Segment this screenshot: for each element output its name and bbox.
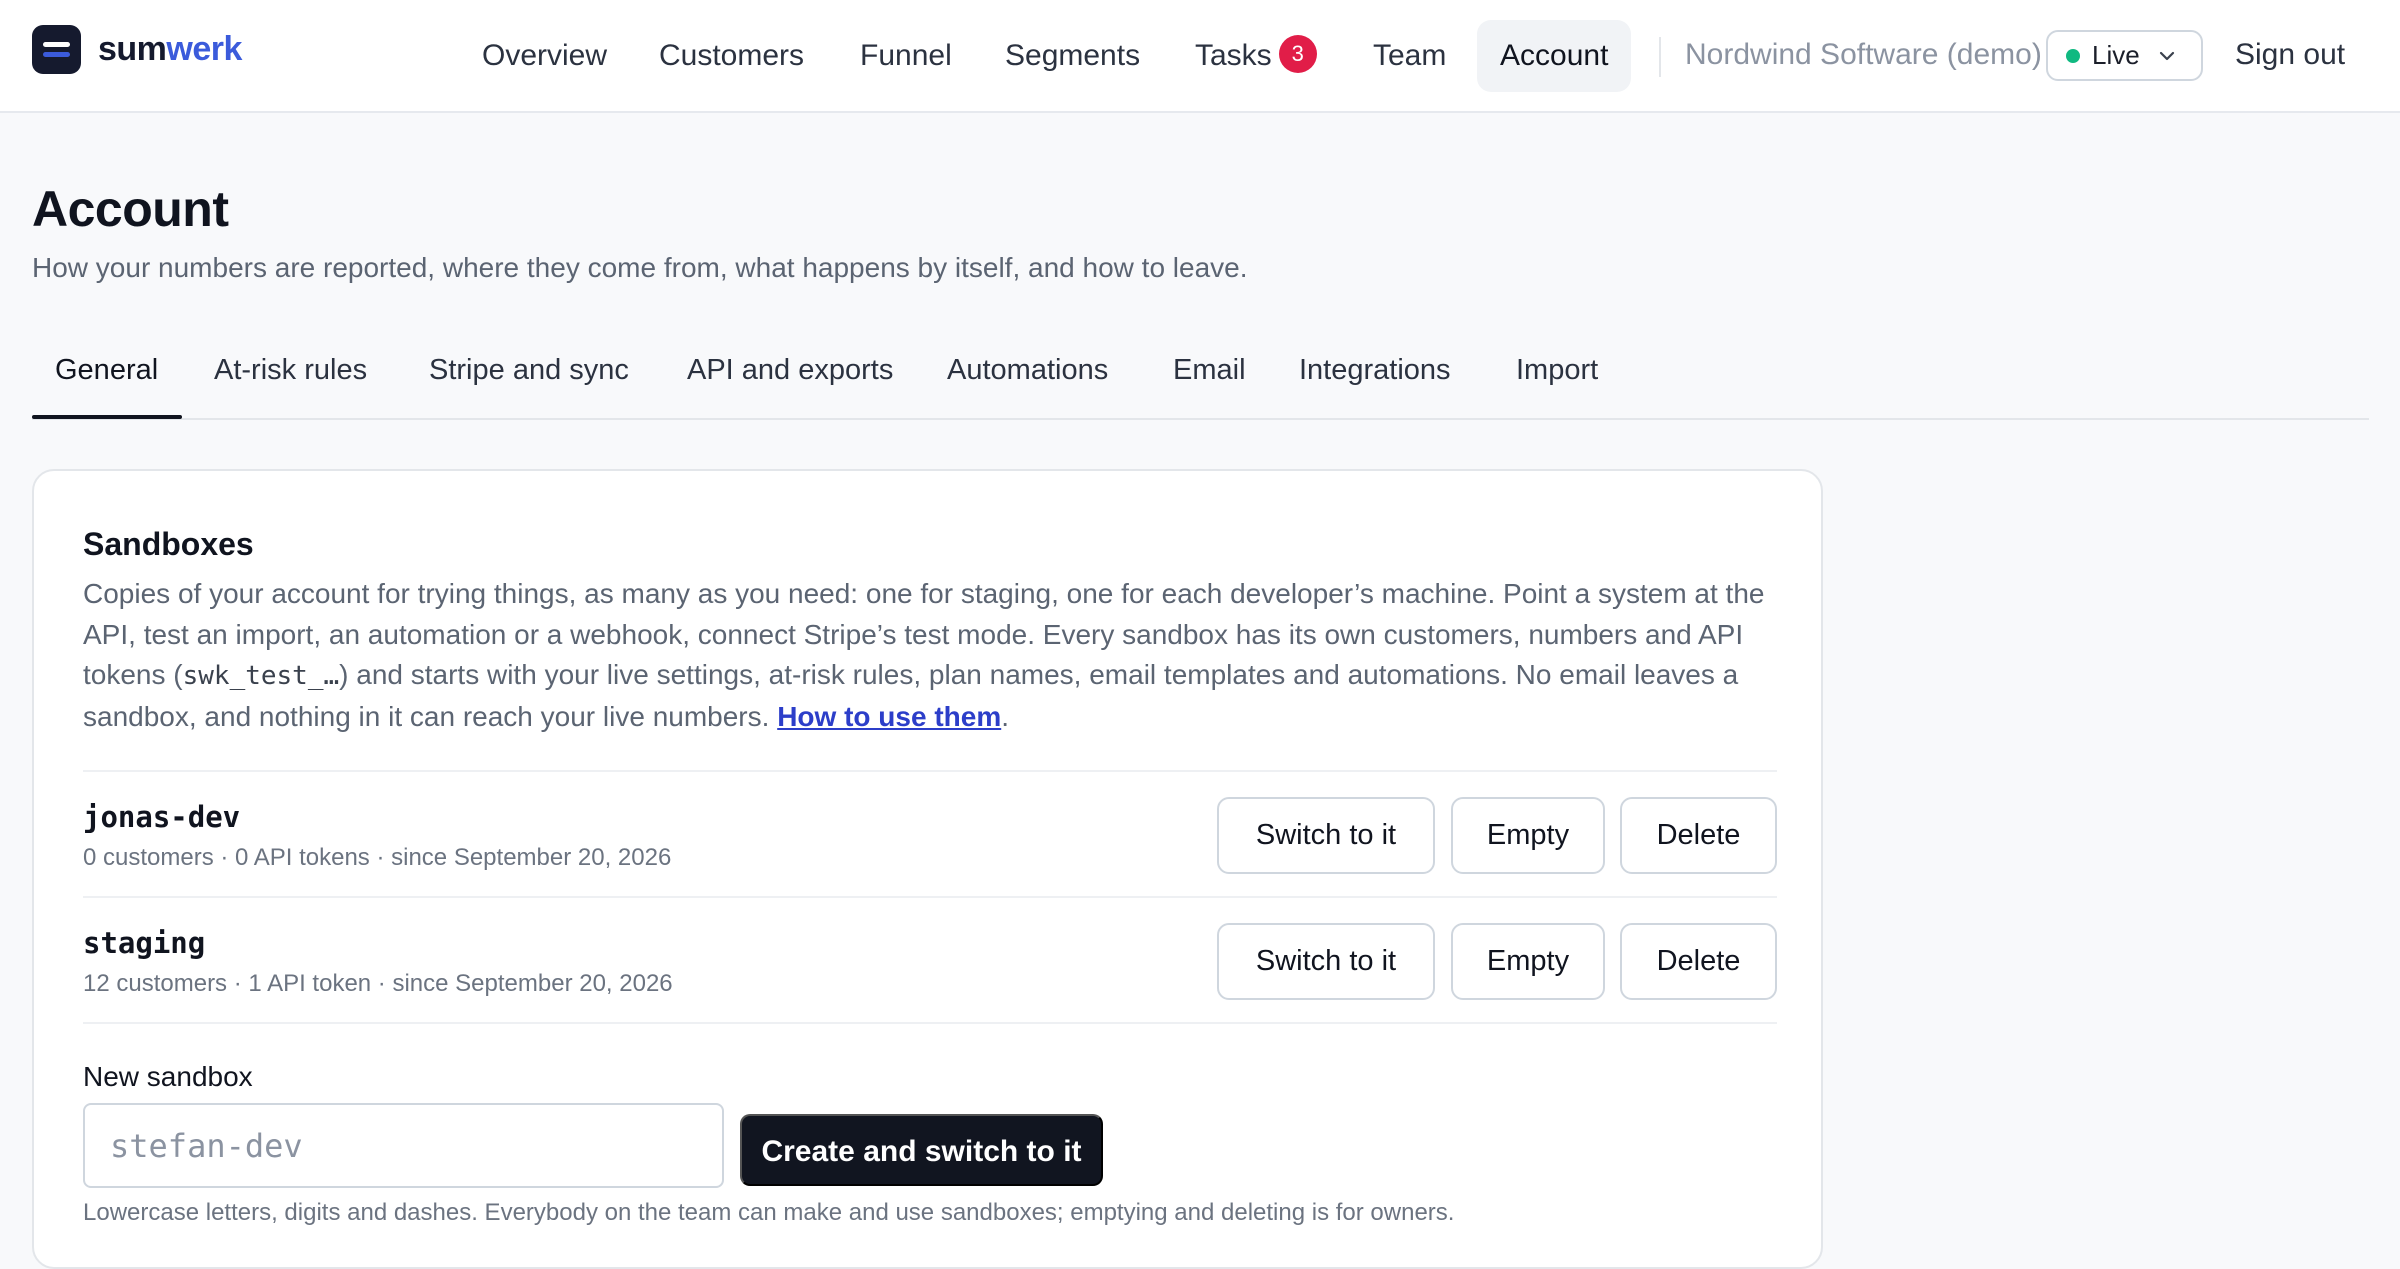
empty-sandbox-button[interactable]: Empty — [1451, 797, 1605, 874]
sandbox-name: staging — [83, 926, 206, 960]
sandbox-row: staging 12 customers · 1 API token · sin… — [83, 896, 1777, 1022]
chevron-down-icon — [2159, 51, 2174, 60]
nav-item-team[interactable]: Team — [1350, 20, 1469, 92]
tab-api-and-exports[interactable]: API and exports — [687, 354, 893, 387]
tab-import[interactable]: Import — [1516, 354, 1598, 387]
delete-sandbox-button[interactable]: Delete — [1620, 797, 1777, 874]
environment-select-value: Live — [2092, 40, 2140, 70]
logo-mark-icon — [32, 25, 81, 74]
nav-item-account[interactable]: Account — [1477, 20, 1632, 92]
account-tabs: General At-risk rules Stripe and sync AP… — [32, 340, 2369, 420]
sandboxes-card: Sandboxes Copies of your account for try… — [32, 469, 1823, 1269]
nav-item-tasks[interactable]: Tasks 3 — [1172, 20, 1340, 92]
tab-stripe-and-sync[interactable]: Stripe and sync — [429, 354, 629, 387]
brand-name-accent: werk — [166, 30, 242, 68]
live-status-dot — [2066, 48, 2080, 63]
new-sandbox-name-input[interactable] — [83, 1103, 724, 1188]
switch-to-sandbox-button[interactable]: Switch to it — [1217, 797, 1435, 874]
brand-name: sumwerk — [98, 30, 242, 69]
tab-automations[interactable]: Automations — [947, 354, 1108, 387]
nav-divider — [1659, 37, 1661, 77]
nav-item-overview[interactable]: Overview — [459, 20, 630, 92]
sandboxes-description: Copies of your account for trying things… — [83, 574, 1783, 737]
brand-name-prefix: sum — [98, 30, 167, 68]
row-divider — [83, 1022, 1777, 1024]
sandbox-meta: 12 customers · 1 API token · since Septe… — [83, 970, 673, 997]
nav-item-segments[interactable]: Segments — [982, 20, 1163, 92]
new-sandbox-help-text: Lowercase letters, digits and dashes. Ev… — [83, 1199, 1455, 1226]
tab-email[interactable]: Email — [1173, 354, 1246, 387]
token-prefix-code: swk_test_… — [182, 661, 340, 691]
empty-sandbox-button[interactable]: Empty — [1451, 923, 1605, 1000]
brand-logo[interactable]: sumwerk — [32, 25, 242, 74]
how-to-use-link[interactable]: How to use them — [777, 701, 1001, 732]
sandbox-meta: 0 customers · 0 API tokens · since Septe… — [83, 844, 672, 871]
page-title: Account — [32, 181, 229, 237]
sign-out-link[interactable]: Sign out — [2235, 38, 2345, 72]
tab-at-risk-rules[interactable]: At-risk rules — [214, 354, 367, 387]
create-and-switch-button[interactable]: Create and switch to it — [740, 1114, 1103, 1186]
new-sandbox-label: New sandbox — [83, 1061, 253, 1092]
organization-name: Nordwind Software (demo) — [1685, 38, 2042, 71]
nav-item-customers[interactable]: Customers — [636, 20, 827, 92]
top-navigation-bar: sumwerk Overview Customers Funnel Segmen… — [0, 0, 2400, 113]
tasks-count-badge: 3 — [1278, 35, 1317, 74]
sandbox-row: jonas-dev 0 customers · 0 API tokens · s… — [83, 770, 1777, 896]
active-tab-indicator — [32, 415, 182, 419]
tab-integrations[interactable]: Integrations — [1299, 354, 1451, 387]
nav-item-funnel[interactable]: Funnel — [837, 20, 975, 92]
sandbox-name: jonas-dev — [83, 800, 241, 834]
description-end: . — [1001, 700, 1009, 732]
delete-sandbox-button[interactable]: Delete — [1620, 923, 1777, 1000]
page-subtitle: How your numbers are reported, where the… — [32, 252, 1248, 283]
nav-item-tasks-label: Tasks — [1195, 39, 1272, 72]
tab-general[interactable]: General — [55, 354, 158, 387]
sandboxes-title: Sandboxes — [83, 526, 254, 562]
environment-select[interactable]: Live — [2046, 30, 2203, 81]
switch-to-sandbox-button[interactable]: Switch to it — [1217, 923, 1435, 1000]
